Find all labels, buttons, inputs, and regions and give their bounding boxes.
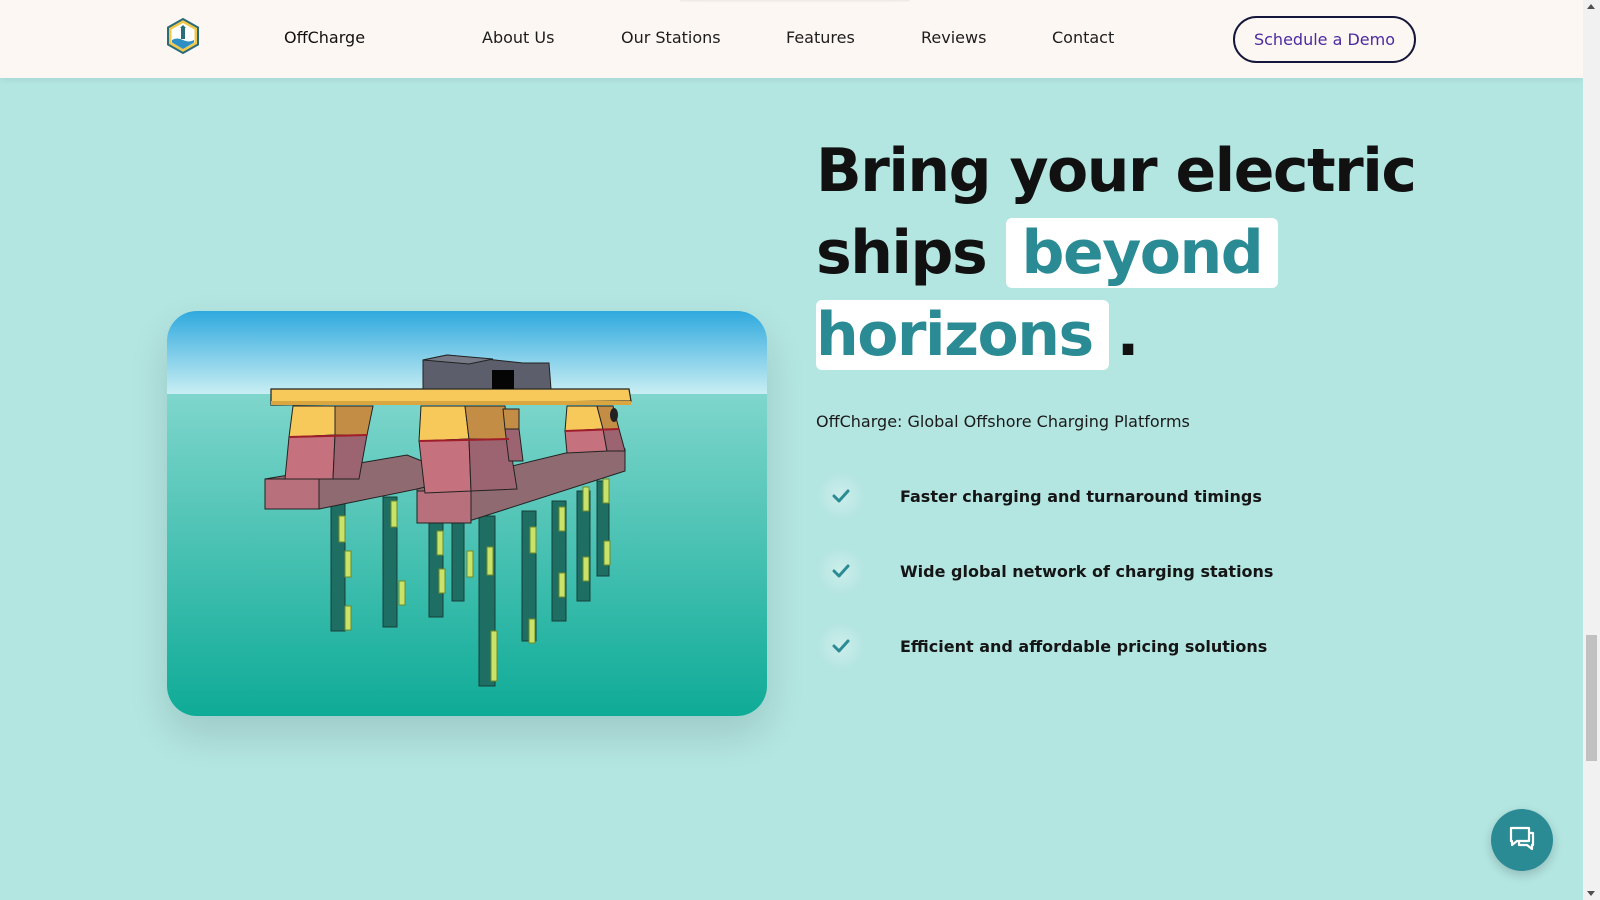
feature-item-faster-charging: Faster charging and turnaround timings xyxy=(816,471,1262,521)
hero-headline: Bring your electric ships beyond horizon… xyxy=(816,130,1436,376)
headline-highlight-horizons: horizons xyxy=(816,300,1109,370)
feature-text: Efficient and affordable pricing solutio… xyxy=(900,636,1268,656)
headline-line-3: horizons. xyxy=(816,294,1436,376)
scrollbar-thumb[interactable] xyxy=(1586,635,1597,761)
nav-decoration xyxy=(680,0,910,3)
headline-ships: ships xyxy=(816,218,988,288)
nav-link-reviews[interactable]: Reviews xyxy=(921,28,986,47)
offshore-platform-image xyxy=(167,311,767,716)
chat-icon xyxy=(1508,825,1536,855)
nav-link-about-us[interactable]: About Us xyxy=(482,28,554,47)
check-icon xyxy=(816,621,866,671)
nav-link-our-stations[interactable]: Our Stations xyxy=(621,28,721,47)
feature-item-global-network: Wide global network of charging stations xyxy=(816,546,1273,596)
nav-link-contact[interactable]: Contact xyxy=(1052,28,1114,47)
chat-button[interactable] xyxy=(1491,809,1553,871)
top-navigation: OffCharge About Us Our Stations Features… xyxy=(0,0,1583,78)
headline-line-2: ships beyond xyxy=(816,212,1436,294)
nav-link-features[interactable]: Features xyxy=(786,28,855,47)
check-icon xyxy=(816,546,866,596)
feature-item-affordable-pricing: Efficient and affordable pricing solutio… xyxy=(816,621,1267,671)
hero-subtitle: OffCharge: Global Offshore Charging Plat… xyxy=(816,412,1190,431)
scroll-up-icon[interactable] xyxy=(1587,4,1595,9)
headline-period: . xyxy=(1116,300,1140,370)
feature-text: Faster charging and turnaround timings xyxy=(900,486,1262,506)
scroll-down-icon[interactable] xyxy=(1587,891,1595,896)
schedule-demo-button[interactable]: Schedule a Demo xyxy=(1233,16,1416,63)
page-scrollbar[interactable] xyxy=(1583,0,1600,900)
headline-highlight-beyond: beyond xyxy=(1005,218,1279,288)
feature-text: Wide global network of charging stations xyxy=(900,561,1274,581)
logo-icon[interactable] xyxy=(166,17,200,55)
check-icon xyxy=(816,471,866,521)
brand-name[interactable]: OffCharge xyxy=(284,28,365,47)
headline-line-1: Bring your electric xyxy=(816,136,1417,206)
